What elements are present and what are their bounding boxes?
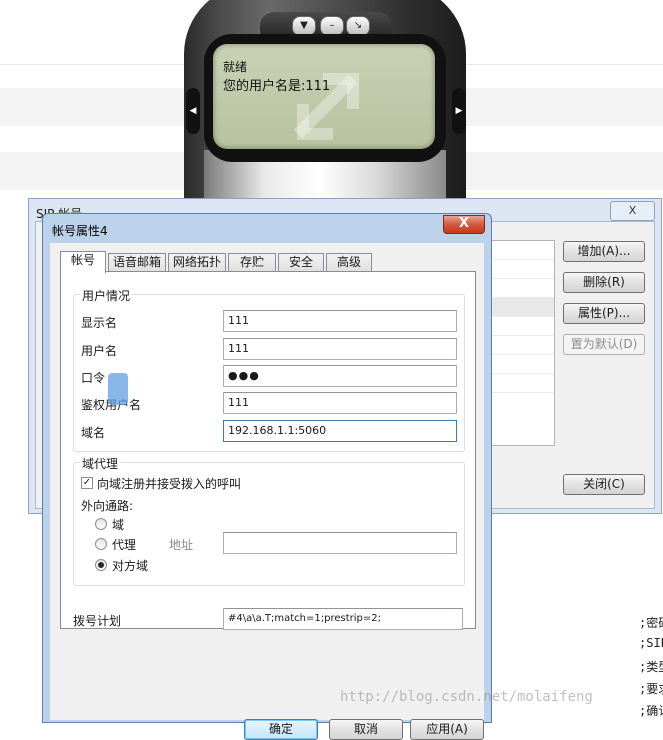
tab-security[interactable]: 安全 (278, 253, 324, 271)
radio-domain[interactable] (95, 518, 107, 530)
domain-label: 域名 (81, 426, 106, 440)
phone-lcd: 就绪 您的用户名是:111 (213, 44, 435, 149)
proxy-address-label: 地址 (169, 538, 194, 552)
radio-peer-domain[interactable] (95, 559, 107, 571)
side-code-line: ;要求 (639, 682, 663, 696)
sip-window-close-button[interactable]: X (610, 201, 655, 221)
phone-down-button[interactable]: ▼ (292, 16, 316, 36)
tab-topology[interactable]: 网络拓扑 (168, 253, 226, 271)
register-checkbox-label: 向域注册并接受拨入的呼叫 (97, 477, 242, 491)
list-item[interactable] (492, 241, 554, 260)
outbound-route-label: 外向通路: (81, 499, 134, 513)
list-item[interactable] (492, 260, 554, 279)
dial-plan-label: 拨号计划 (73, 614, 122, 628)
floating-helper-icon[interactable] (108, 373, 128, 405)
phone-left-arrow-icon[interactable]: ◀ (186, 88, 200, 134)
dialog-client: 帐号 语音邮箱 网络拓扑 存贮 安全 高级 用户情况 显示名 111 用户名 1… (50, 243, 484, 740)
dialog-title: 帐号属性4 (52, 224, 108, 238)
domain-proxy-legend: 域代理 (80, 455, 121, 472)
ok-button[interactable]: 确定 (244, 719, 318, 740)
list-item[interactable] (492, 279, 554, 298)
blog-watermark: http://blog.csdn.net/molaifeng (340, 689, 593, 705)
list-item[interactable] (492, 355, 554, 374)
add-account-button[interactable]: 增加(A)... (563, 241, 645, 262)
radio-domain-label: 域 (112, 518, 125, 532)
proxy-address-field[interactable] (223, 532, 457, 554)
list-item[interactable] (492, 336, 554, 355)
tab-voicemail[interactable]: 语音邮箱 (108, 253, 166, 271)
side-code-line: ;类型 (639, 660, 663, 674)
phone-right-arrow-icon[interactable]: ▶ (452, 88, 466, 134)
user-info-legend: 用户情况 (80, 287, 133, 304)
display-name-field[interactable]: 111 (223, 310, 457, 332)
domain-field[interactable]: 192.168.1.1:5060 (223, 420, 457, 442)
sip-account-list[interactable] (491, 240, 555, 446)
side-code-line: ;确认 (639, 704, 663, 718)
lcd-username-line: 您的用户名是:111 (223, 79, 331, 94)
sip-close-button[interactable]: 关闭(C) (563, 474, 645, 495)
account-properties-button[interactable]: 属性(P)... (563, 303, 645, 324)
list-item[interactable] (492, 374, 554, 393)
auth-name-field[interactable]: 111 (223, 392, 457, 414)
phone-minimize-button[interactable]: – (320, 16, 344, 36)
list-item[interactable] (492, 317, 554, 336)
list-item[interactable] (492, 298, 554, 317)
radio-proxy[interactable] (95, 538, 107, 550)
phone-restore-button[interactable]: ↘ (346, 16, 370, 36)
display-name-label: 显示名 (81, 316, 118, 330)
remove-account-button[interactable]: 删除(R) (563, 272, 645, 293)
dial-plan-field[interactable]: #4\a\a.T;match=1;prestrip=2; (223, 608, 463, 630)
password-label: 口令 (81, 371, 106, 385)
tab-panel-account: 用户情况 显示名 111 用户名 111 口令 ●●● 鉴权用户名 111 域名… (60, 271, 476, 630)
side-code-line: ;密码 (639, 616, 663, 630)
set-default-button[interactable]: 置为默认(D) (563, 334, 645, 355)
dialog-close-button[interactable]: X (443, 215, 485, 234)
username-field[interactable]: 111 (223, 338, 457, 360)
radio-proxy-label: 代理 (112, 538, 137, 552)
softphone: ▼ – ↘ ◀ ▶ 就绪 您的用户名是:111 (180, 0, 470, 230)
account-properties-dialog: 帐号属性4 X 帐号 语音邮箱 网络拓扑 存贮 安全 高级 用户情况 显示名 1… (42, 213, 492, 740)
apply-button[interactable]: 应用(A) (410, 719, 484, 740)
username-label: 用户名 (81, 344, 118, 358)
tab-account[interactable]: 帐号 (60, 251, 106, 273)
cancel-button[interactable]: 取消 (329, 719, 403, 740)
tab-advanced[interactable]: 高级 (326, 253, 372, 271)
register-checkbox[interactable]: ✓ (81, 477, 93, 489)
tab-storage[interactable]: 存贮 (228, 253, 276, 271)
side-code-line: ;SIP (639, 636, 663, 650)
lcd-status: 就绪 (223, 60, 248, 74)
password-field[interactable]: ●●● (223, 365, 457, 387)
radio-peer-domain-label: 对方域 (112, 559, 149, 573)
